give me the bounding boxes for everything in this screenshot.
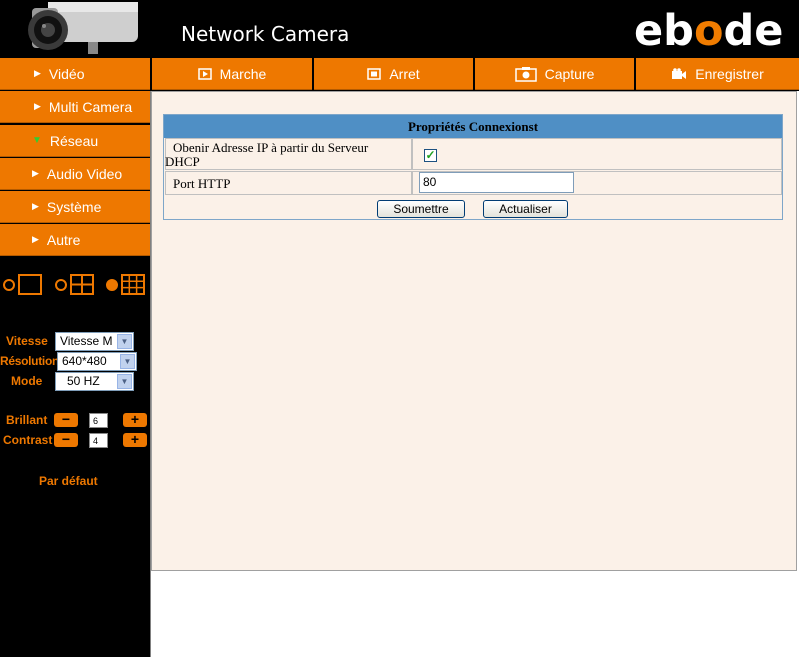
triangle-right-icon: ▶ <box>32 234 39 244</box>
triangle-right-icon: ▶ <box>32 201 39 211</box>
connection-properties-panel: Propriétés Connexionst Obenir Adresse IP… <box>163 114 783 220</box>
triangle-right-icon: ▶ <box>34 68 41 78</box>
tab-video-label: Vidéo <box>48 65 85 82</box>
vitesse-label: Vitesse <box>6 334 48 348</box>
contrast-value: 4 <box>89 433 108 448</box>
brillant-decrease-button[interactable]: − <box>54 412 78 427</box>
reset-defaults-link[interactable]: Par défaut <box>39 474 98 488</box>
triangle-down-icon: ▼ <box>32 135 42 146</box>
record-button-label: Enregistrer <box>695 65 764 82</box>
sidebar-item-autre[interactable]: ▶ Autre <box>0 224 150 256</box>
sidebar-item-systeme[interactable]: ▶ Système <box>0 191 150 223</box>
triangle-right-icon: ▶ <box>34 101 41 111</box>
camera-logo-icon <box>28 2 138 54</box>
sidebar-item-label: Réseau <box>49 132 99 149</box>
layout-4-radio[interactable] <box>55 279 67 291</box>
quad-view-icon[interactable] <box>70 274 94 295</box>
header: Network Camera ebode <box>0 0 799 58</box>
resolution-label: Résolution <box>0 354 59 368</box>
sidebar-item-label: Multi Camera <box>48 98 133 115</box>
contrast-decrease-button[interactable]: − <box>54 432 78 447</box>
main-bottom-area <box>152 572 797 654</box>
vitesse-select[interactable]: Vitesse M ▼ <box>55 332 134 351</box>
play-icon <box>197 67 212 80</box>
stop-button[interactable]: Arret <box>314 58 473 90</box>
sidebar-item-reseau[interactable]: ▼ Réseau <box>0 125 150 157</box>
logo-text-post: de <box>723 6 784 56</box>
view-layout-selector <box>0 271 150 299</box>
stop-icon <box>367 67 382 80</box>
nine-view-icon[interactable] <box>121 274 145 295</box>
vitesse-select-value: Vitesse M <box>60 334 113 348</box>
brillant-label: Brillant <box>6 413 48 427</box>
toolbar: ▶ Vidéo Marche Arret Capture Enregistrer <box>0 58 799 91</box>
chevron-down-icon: ▼ <box>120 354 135 369</box>
brillant-increase-button[interactable]: + <box>123 412 147 427</box>
sidebar-item-label: Autre <box>46 231 81 248</box>
logo-text-pre: eb <box>634 6 694 56</box>
triangle-right-icon: ▶ <box>32 168 39 178</box>
contrast-increase-button[interactable]: + <box>123 432 147 447</box>
sidebar-item-label: Audio Video <box>46 165 123 182</box>
layout-9-radio[interactable] <box>106 279 118 291</box>
video-camera-icon <box>672 67 687 79</box>
capture-button[interactable]: Capture <box>475 58 634 90</box>
panel-title: Propriétés Connexionst <box>164 115 782 138</box>
submit-button[interactable]: Soumettre <box>377 200 465 218</box>
port-input[interactable]: 80 <box>419 172 574 193</box>
sidebar-item-audio-video[interactable]: ▶ Audio Video <box>0 158 150 190</box>
sidebar-item-multi-camera[interactable]: ▶ Multi Camera <box>0 91 150 123</box>
mode-label: Mode <box>11 374 43 388</box>
record-button[interactable]: Enregistrer <box>636 58 799 90</box>
play-button-label: Marche <box>219 65 267 82</box>
chevron-down-icon: ▼ <box>117 374 132 389</box>
port-label: Port HTTP <box>173 176 231 191</box>
mode-select[interactable]: 50 HZ ▼ <box>55 372 134 391</box>
sidebar-item-label: Système <box>46 198 102 215</box>
dhcp-label: Obenir Adresse IP à partir du Serveur DH… <box>165 140 369 169</box>
stop-button-label: Arret <box>389 65 420 82</box>
resolution-select[interactable]: 640*480 ▼ <box>57 352 137 371</box>
mode-select-value: 50 HZ <box>67 374 100 388</box>
refresh-button[interactable]: Actualiser <box>483 200 568 218</box>
app-title: Network Camera <box>181 22 350 46</box>
capture-button-label: Capture <box>544 65 595 82</box>
single-view-icon[interactable] <box>18 274 42 295</box>
resolution-select-value: 640*480 <box>62 354 107 368</box>
camera-icon <box>514 66 537 82</box>
contrast-label: Contrast <box>3 433 53 447</box>
logo-text-o: o <box>693 6 724 56</box>
dhcp-checkbox[interactable]: ✓ <box>424 149 437 162</box>
brillant-value: 6 <box>89 413 108 428</box>
layout-1-radio[interactable] <box>3 279 15 291</box>
brand-logo: ebode <box>634 6 783 56</box>
chevron-down-icon: ▼ <box>117 334 132 349</box>
tab-video[interactable]: ▶ Vidéo <box>0 58 150 90</box>
play-button[interactable]: Marche <box>152 58 312 90</box>
dhcp-value-cell <box>412 138 782 170</box>
